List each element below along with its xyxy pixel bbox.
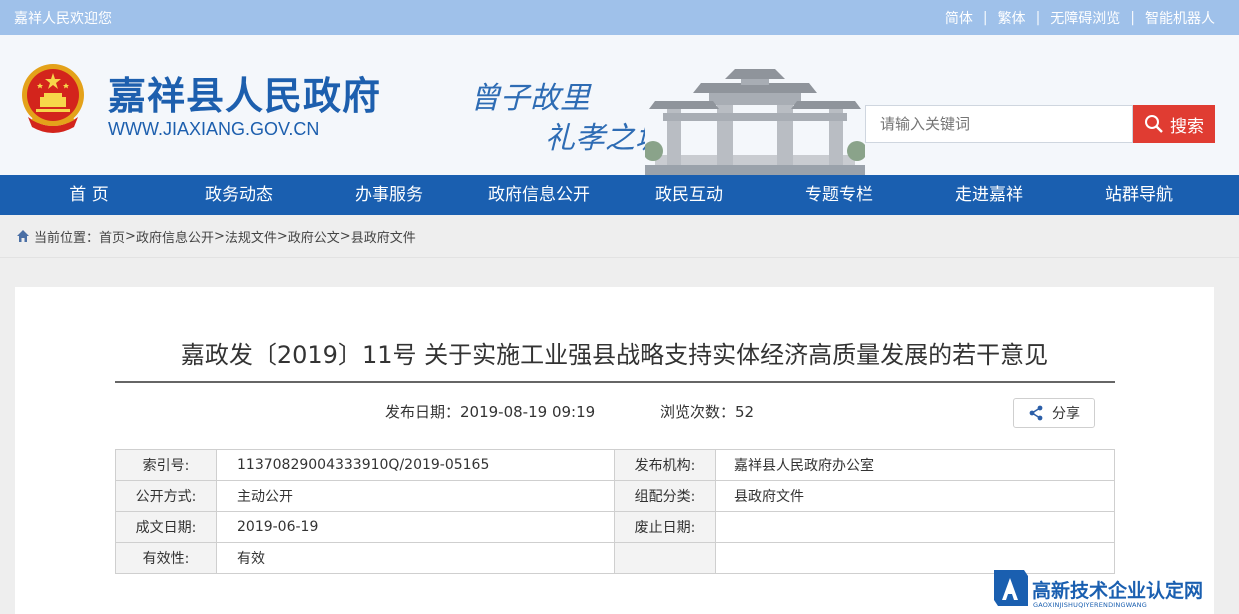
view-count: 浏览次数：52 (659, 403, 755, 421)
link-simplified[interactable]: 简体 (945, 8, 973, 28)
table-row: 公开方式: 主动公开 组配分类: 县政府文件 (115, 480, 1115, 512)
breadcrumb-separator: > (125, 228, 136, 244)
info-key: 发布机构: (614, 449, 716, 481)
share-button[interactable]: 分享 (1013, 398, 1095, 428)
divider: | (1130, 10, 1135, 26)
nav-interaction[interactable]: 政民互动 (614, 175, 764, 215)
info-key: 组配分类: (614, 480, 716, 512)
breadcrumb-home[interactable]: 首页 (99, 227, 125, 246)
info-key: 公开方式: (115, 480, 217, 512)
breadcrumb-separator: > (213, 228, 225, 244)
nav-topics[interactable]: 专题专栏 (764, 175, 914, 215)
search-icon (1145, 115, 1163, 133)
share-icon (1029, 405, 1043, 421)
breadcrumb-separator: > (339, 228, 351, 244)
nav-info-disclosure[interactable]: 政府信息公开 (464, 175, 614, 215)
breadcrumb-county-documents[interactable]: 县政府文件 (351, 227, 416, 246)
info-value: 2019-06-19 (216, 511, 615, 543)
publish-date: 发布日期：2019-08-19 09:19 (385, 403, 596, 421)
site-name[interactable]: 嘉祥县人民政府 (108, 65, 381, 120)
divider: | (1035, 10, 1041, 26)
search-input[interactable] (865, 105, 1133, 143)
info-value: 主动公开 (216, 480, 615, 512)
info-value (715, 511, 1115, 543)
link-accessibility[interactable]: 无障碍浏览 (1050, 8, 1120, 28)
info-key: 有效性: (115, 542, 217, 574)
memorial-archway-image (645, 55, 865, 175)
home-icon (17, 230, 29, 242)
table-row: 索引号: 11370829004333910Q/2019-05165 发布机构:… (115, 449, 1115, 481)
info-key: 索引号: (115, 449, 217, 481)
watermark-logo-icon (994, 570, 1028, 606)
watermark-subtitle: GAOXINJISHUQIYERENDINGWANG (1033, 601, 1147, 609)
breadcrumb-info-disclosure[interactable]: 政府信息公开 (136, 227, 214, 246)
info-value: 嘉祥县人民政府办公室 (715, 449, 1115, 481)
nav-services[interactable]: 办事服务 (314, 175, 464, 215)
breadcrumb-separator: > (276, 228, 288, 244)
breadcrumb-gov-documents[interactable]: 政府公文 (288, 227, 340, 246)
site-header: 嘉祥县人民政府 WWW.JIAXIANG.GOV.CN 曾子故里 礼孝之城 搜索 (0, 35, 1239, 175)
welcome-text: 嘉祥人民欢迎您 (14, 11, 112, 27)
national-emblem-icon[interactable] (18, 61, 88, 137)
divider: | (982, 10, 988, 26)
breadcrumb-label: 当前位置： (34, 230, 100, 246)
document-info-table: 索引号: 11370829004333910Q/2019-05165 发布机构:… (115, 449, 1115, 574)
table-row: 成文日期: 2019-06-19 废止日期: (115, 511, 1115, 543)
top-bar: 嘉祥人民欢迎您 简体 | 繁体 | 无障碍浏览 | 智能机器人 (0, 0, 1239, 35)
search-button-label: 搜索 (1170, 116, 1204, 137)
link-traditional[interactable]: 繁体 (998, 8, 1026, 28)
article-card: 嘉政发〔2019〕11号 关于实施工业强县战略支持实体经济高质量发展的若干意见 … (15, 287, 1214, 614)
site-url: WWW.JIAXIANG.GOV.CN (108, 119, 320, 139)
slogan-line-1: 曾子故里 (470, 81, 590, 116)
breadcrumb: 当前位置： 首页 > 政府信息公开 > 法规文件 > 政府公文 > 县政府文件 (0, 215, 1239, 258)
info-key (614, 542, 716, 574)
main-nav: 首 页 政务动态 办事服务 政府信息公开 政民互动 专题专栏 走进嘉祥 站群导航 (0, 175, 1239, 215)
title-divider (115, 381, 1115, 383)
info-value: 11370829004333910Q/2019-05165 (216, 449, 615, 481)
info-value: 县政府文件 (715, 480, 1115, 512)
nav-about-jiaxiang[interactable]: 走进嘉祥 (914, 175, 1064, 215)
search-button[interactable]: 搜索 (1133, 105, 1215, 143)
info-key: 成文日期: (115, 511, 217, 543)
nav-news[interactable]: 政务动态 (164, 175, 314, 215)
article-title: 嘉政发〔2019〕11号 关于实施工业强县战略支持实体经济高质量发展的若干意见 (180, 341, 1049, 369)
table-row: 有效性: 有效 (115, 542, 1115, 574)
nav-home[interactable]: 首 页 (14, 175, 164, 215)
watermark-title: 高新技术企业认定网 (1032, 580, 1204, 602)
share-label: 分享 (1052, 406, 1080, 422)
top-links: 简体 | 繁体 | 无障碍浏览 | 智能机器人 (945, 8, 1215, 28)
link-robot[interactable]: 智能机器人 (1145, 8, 1215, 28)
info-key: 废止日期: (614, 511, 716, 543)
article-meta: 发布日期：2019-08-19 09:19 浏览次数：52 (385, 401, 754, 422)
watermark: 高新技术企业认定网 GAOXINJISHUQIYERENDINGWANG (990, 566, 1239, 614)
breadcrumb-regulations[interactable]: 法规文件 (225, 227, 277, 246)
nav-site-group[interactable]: 站群导航 (1064, 175, 1214, 215)
info-value: 有效 (216, 542, 615, 574)
